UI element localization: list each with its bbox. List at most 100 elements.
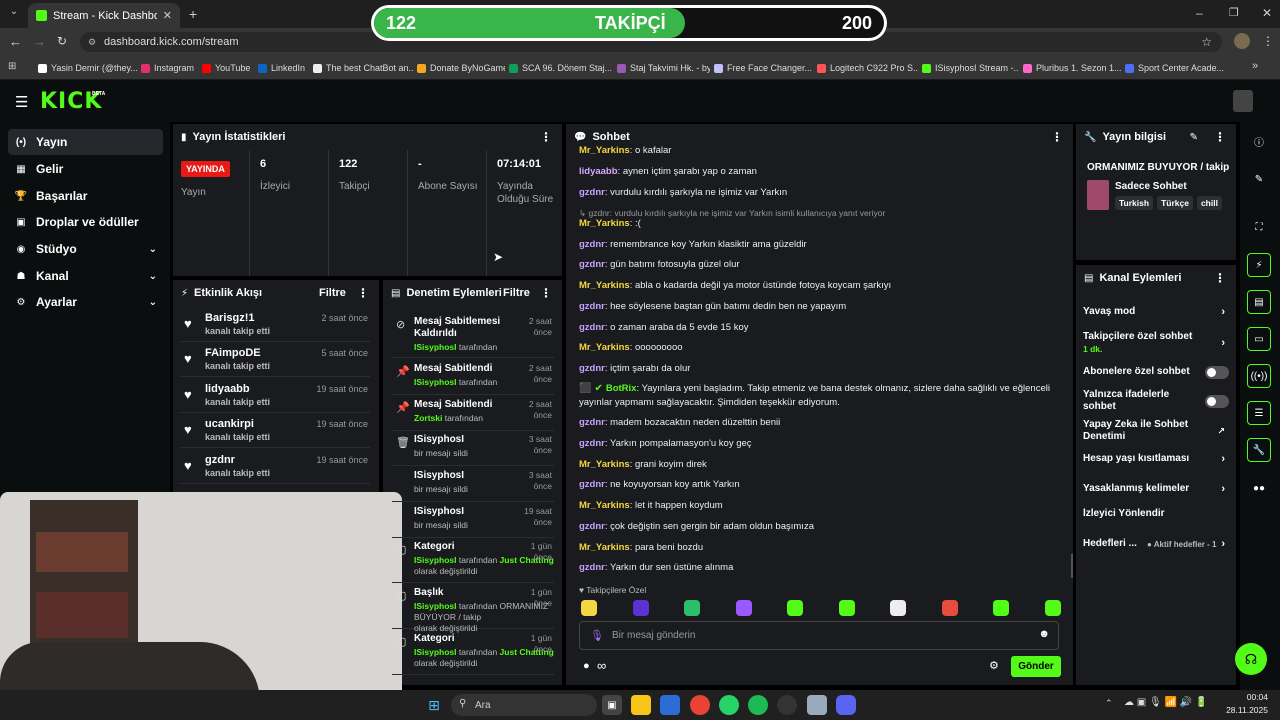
activity-username[interactable]: ucankirpi — [205, 418, 254, 430]
channel-action-row[interactable]: Abonelere özel sohbet — [1083, 364, 1229, 380]
chat-input[interactable]: 🎙 Bir mesaj gönderin ☻ — [579, 621, 1059, 650]
emote-icon[interactable] — [838, 600, 855, 616]
emote-icon[interactable] — [941, 600, 958, 616]
bookmark-item[interactable]: Yasin Demir (@they... — [38, 60, 137, 76]
sidebar-item-channel[interactable]: ☗ Kanal ⌄ — [8, 263, 163, 289]
activity-username[interactable]: Barisgz!1 — [205, 312, 255, 324]
forward-icon[interactable]: → — [33, 34, 46, 49]
maximize-icon[interactable]: ❐ — [1229, 6, 1239, 19]
minimize-icon[interactable]: – — [1196, 6, 1203, 20]
chat-username[interactable]: gzdnr — [579, 479, 605, 490]
stream-info-menu-icon[interactable]: ⋮ — [1214, 130, 1226, 144]
bookmark-item[interactable]: Instagram — [141, 60, 198, 76]
site-info-icon[interactable]: ⚙ — [88, 37, 96, 48]
windows-start-icon[interactable]: ⊞ — [424, 695, 444, 715]
chat-username[interactable]: Mr_Yarkins — [579, 542, 630, 553]
hamburger-menu-icon[interactable]: ☰ — [15, 93, 28, 111]
tray-chevron-icon[interactable]: ⌃ — [1105, 698, 1113, 709]
moderation-filter-button[interactable]: Filtre — [503, 287, 530, 299]
window-close-icon[interactable]: ✕ — [1262, 6, 1272, 20]
emote-icon[interactable] — [993, 600, 1009, 616]
task-view-icon[interactable]: ▣ — [602, 695, 622, 715]
emote-icon[interactable] — [787, 600, 803, 616]
activity-username[interactable]: FAimpoDE — [205, 347, 261, 359]
chat-username[interactable]: gzdnr — [579, 187, 605, 198]
store-icon[interactable] — [660, 695, 680, 715]
moderation-user[interactable]: ISisyphosI — [414, 555, 457, 565]
chat-username[interactable]: Mr_Yarkins — [579, 500, 630, 511]
channel-action-row[interactable]: İzleyici Yönlendir — [1083, 506, 1229, 522]
bookmark-item[interactable]: LinkedIn — [258, 60, 309, 76]
scan-icon[interactable]: ⛶ — [1247, 215, 1271, 239]
chat-username[interactable]: gzdnr — [579, 239, 605, 250]
chat-username[interactable]: gzdnr — [579, 259, 605, 270]
activity-username[interactable]: gzdnr — [205, 454, 235, 466]
emote-icon[interactable] — [890, 600, 906, 616]
apps-grid-icon[interactable]: ⊞ — [8, 61, 16, 72]
user-avatar[interactable] — [1233, 90, 1253, 112]
toggle-switch[interactable] — [1205, 394, 1229, 408]
file-explorer-icon[interactable] — [631, 695, 651, 715]
bolt-rail-icon[interactable]: ⚡ — [1247, 253, 1271, 277]
channel-actions-menu-icon[interactable]: ⋮ — [1214, 271, 1226, 285]
tab-list-icon[interactable]: ⌄ — [6, 6, 22, 22]
bookmark-item[interactable]: YouTube — [202, 60, 254, 76]
sidebar-item-studio[interactable]: ◉ Stüdyo ⌄ — [8, 236, 163, 262]
bookmark-item[interactable]: Staj Takvimi Hk. - by... — [617, 60, 710, 76]
broadcast-icon[interactable]: ((•)) — [1247, 364, 1271, 388]
chat-username[interactable]: Mr_Yarkins — [579, 459, 630, 470]
moderation-user[interactable]: ISisyphosI — [414, 342, 457, 352]
moderation-menu-icon[interactable]: ⋮ — [540, 286, 552, 300]
chat-username[interactable]: gzdnr — [579, 562, 605, 573]
edit-icon[interactable]: ✎ — [1190, 132, 1198, 143]
tag-chip[interactable]: Turkish — [1115, 196, 1154, 210]
chat-username[interactable]: Mr_Yarkins — [579, 342, 630, 353]
chat-username[interactable]: Mr_Yarkins — [579, 218, 630, 229]
chat-scrollbar[interactable] — [1071, 554, 1073, 578]
sidebar-item-achievements[interactable]: 🏆 Başarılar — [8, 183, 163, 209]
wrench-rail-icon[interactable]: 🔧 — [1247, 438, 1271, 462]
moderation-user[interactable]: ISisyphosI — [414, 647, 457, 657]
channel-action-row[interactable]: Takipçilere özel sohbet 1 dk. › — [1083, 330, 1229, 356]
tag-chip[interactable]: Türkçe — [1157, 196, 1193, 210]
channel-action-row[interactable]: Hedefleri ... ● Aktif hedefler - 1 › — [1083, 531, 1229, 557]
toggle-switch[interactable] — [1205, 365, 1229, 379]
bookmark-item[interactable]: Donate ByNoGame — [417, 60, 505, 76]
channel-action-row[interactable]: Yapay Zeka ile Sohbet Denetimi ↗ — [1083, 418, 1229, 444]
emoji-icon[interactable]: ☻ — [1038, 628, 1050, 640]
chat-username[interactable]: gzdnr — [579, 301, 605, 312]
info-icon[interactable]: ⓘ — [1247, 129, 1271, 153]
activity-username[interactable]: lidyaabb — [205, 383, 250, 395]
bookmark-item[interactable]: Sport Center Acade... — [1125, 60, 1241, 76]
activity-filter-button[interactable]: Filtre — [319, 287, 346, 299]
chat-username[interactable]: Mr_Yarkins — [579, 280, 630, 291]
document-icon[interactable]: ▤ — [1247, 290, 1271, 314]
chat-menu-icon[interactable]: ⋮ — [1051, 130, 1063, 144]
profile-avatar[interactable] — [1234, 33, 1250, 49]
reload-icon[interactable]: ↻ — [57, 34, 67, 48]
new-tab-icon[interactable]: + — [189, 6, 197, 22]
bookmark-item[interactable]: ISisyphosI Stream -... — [922, 60, 1019, 76]
chat-username[interactable]: BotRix — [606, 383, 637, 394]
obs-icon[interactable] — [777, 695, 797, 715]
moderation-user[interactable]: ISisyphosI — [414, 601, 457, 611]
more-bookmarks-icon[interactable]: » — [1252, 60, 1258, 72]
emote-icon[interactable] — [632, 600, 649, 616]
emote-icon[interactable] — [735, 600, 752, 616]
discord-icon[interactable] — [836, 695, 856, 715]
sidebar-item-revenue[interactable]: ▦ Gelir — [8, 156, 163, 182]
chat-username[interactable]: Mr_Yarkins — [579, 145, 630, 156]
channel-action-row[interactable]: Yavaş mod › — [1083, 304, 1229, 320]
chat-settings-icon[interactable]: ⚙ — [989, 659, 999, 672]
channel-action-row[interactable]: Yasaklanmış kelimeler › — [1083, 481, 1229, 497]
chat-username[interactable]: gzdnr — [579, 322, 605, 333]
sidebar-item-stream[interactable]: (•) Yayın — [8, 129, 163, 155]
channel-action-row[interactable]: Hesap yaşı kısıtlaması › — [1083, 451, 1229, 467]
moderation-user[interactable]: ISisyphosI — [414, 377, 457, 387]
bookmark-item[interactable]: The best ChatBot an... — [313, 60, 413, 76]
emote-icon[interactable] — [581, 600, 597, 616]
spotify-icon[interactable] — [748, 695, 768, 715]
sidebar-item-settings[interactable]: ⚙ Ayarlar ⌄ — [8, 289, 163, 315]
chat-username[interactable]: gzdnr — [579, 363, 605, 374]
pencil-icon[interactable]: ✎ — [1247, 167, 1271, 191]
